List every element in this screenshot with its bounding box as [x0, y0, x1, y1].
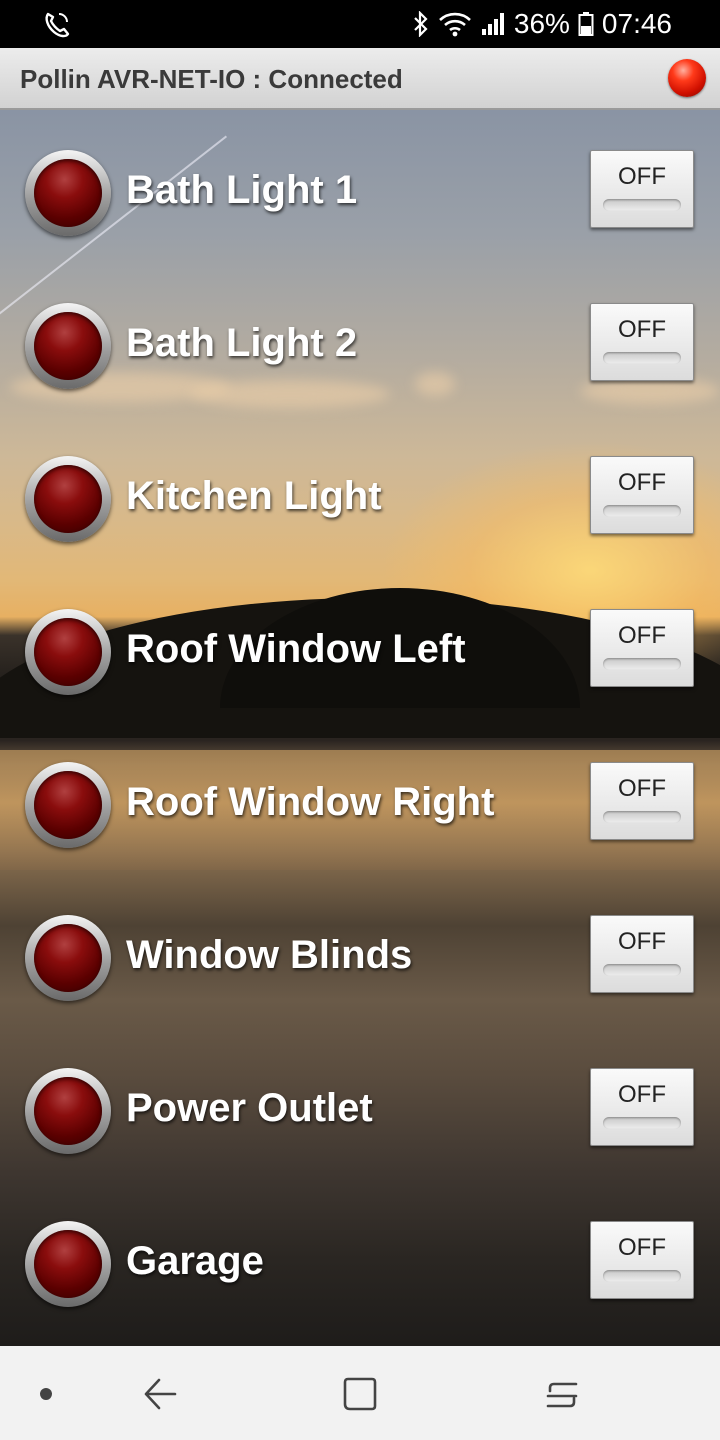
dot-icon[interactable]: [38, 1386, 54, 1402]
battery-icon: [578, 12, 594, 36]
recent-apps-icon[interactable]: [544, 1376, 580, 1412]
signal-icon: [481, 13, 504, 35]
status-led-icon: [25, 762, 111, 848]
back-icon[interactable]: [142, 1376, 178, 1412]
switch-row: Roof Window Left OFF: [0, 569, 720, 722]
toggle-state: OFF: [618, 928, 666, 955]
status-led-icon: [25, 609, 111, 695]
toggle-button[interactable]: OFF: [590, 1221, 694, 1299]
status-bar: 36% 07:46: [0, 0, 720, 48]
switch-label: Roof Window Left: [126, 627, 466, 671]
toggle-state: OFF: [618, 1234, 666, 1261]
status-led-icon: [25, 456, 111, 542]
switch-row: Window Blinds OFF: [0, 875, 720, 1028]
app-title: Pollin AVR-NET-IO : Connected: [20, 64, 403, 94]
wifi-calling-icon: [45, 12, 70, 38]
switch-label: Kitchen Light: [126, 474, 382, 518]
switch-list: Bath Light 1 OFF Bath Light 2 OFF Kitche…: [0, 110, 720, 1346]
toggle-button[interactable]: OFF: [590, 915, 694, 993]
switch-label: Power Outlet: [126, 1086, 373, 1130]
navigation-bar: [0, 1346, 720, 1440]
toggle-button[interactable]: OFF: [590, 150, 694, 228]
switch-row: Garage OFF: [0, 1181, 720, 1334]
switch-label: Roof Window Right: [126, 780, 495, 824]
toggle-state: OFF: [618, 163, 666, 190]
battery-percent: 36%: [513, 8, 570, 39]
toggle-state: OFF: [618, 316, 666, 343]
switch-row: Kitchen Light OFF: [0, 416, 720, 569]
status-led-icon: [25, 915, 111, 1001]
switch-row: Bath Light 1 OFF: [0, 110, 720, 263]
connection-status-led-icon: [668, 59, 706, 97]
toggle-state: OFF: [618, 775, 666, 802]
toggle-button[interactable]: OFF: [590, 456, 694, 534]
switch-label: Bath Light 2: [126, 321, 358, 365]
status-led-icon: [25, 303, 111, 389]
status-led-icon: [25, 150, 111, 236]
toggle-button[interactable]: OFF: [590, 303, 694, 381]
switch-row: Power Outlet OFF: [0, 1028, 720, 1181]
toggle-button[interactable]: OFF: [590, 762, 694, 840]
status-led-icon: [25, 1221, 111, 1307]
switch-label: Garage: [126, 1239, 264, 1283]
toggle-button[interactable]: OFF: [590, 1068, 694, 1146]
switch-label: Window Blinds: [126, 933, 413, 977]
wifi-icon: [438, 12, 471, 37]
switch-row: Roof Window Right OFF: [0, 722, 720, 875]
switch-label: Bath Light 1: [126, 168, 358, 212]
switch-row: Bath Light 2 OFF: [0, 263, 720, 416]
toggle-button[interactable]: OFF: [590, 609, 694, 687]
toggle-state: OFF: [618, 622, 666, 649]
app-title-bar: Pollin AVR-NET-IO : Connected: [0, 48, 720, 110]
bluetooth-icon: [414, 11, 428, 37]
clock: 07:46: [601, 8, 672, 39]
toggle-state: OFF: [618, 1081, 666, 1108]
status-led-icon: [25, 1068, 111, 1154]
toggle-state: OFF: [618, 469, 666, 496]
home-icon[interactable]: [342, 1376, 378, 1412]
